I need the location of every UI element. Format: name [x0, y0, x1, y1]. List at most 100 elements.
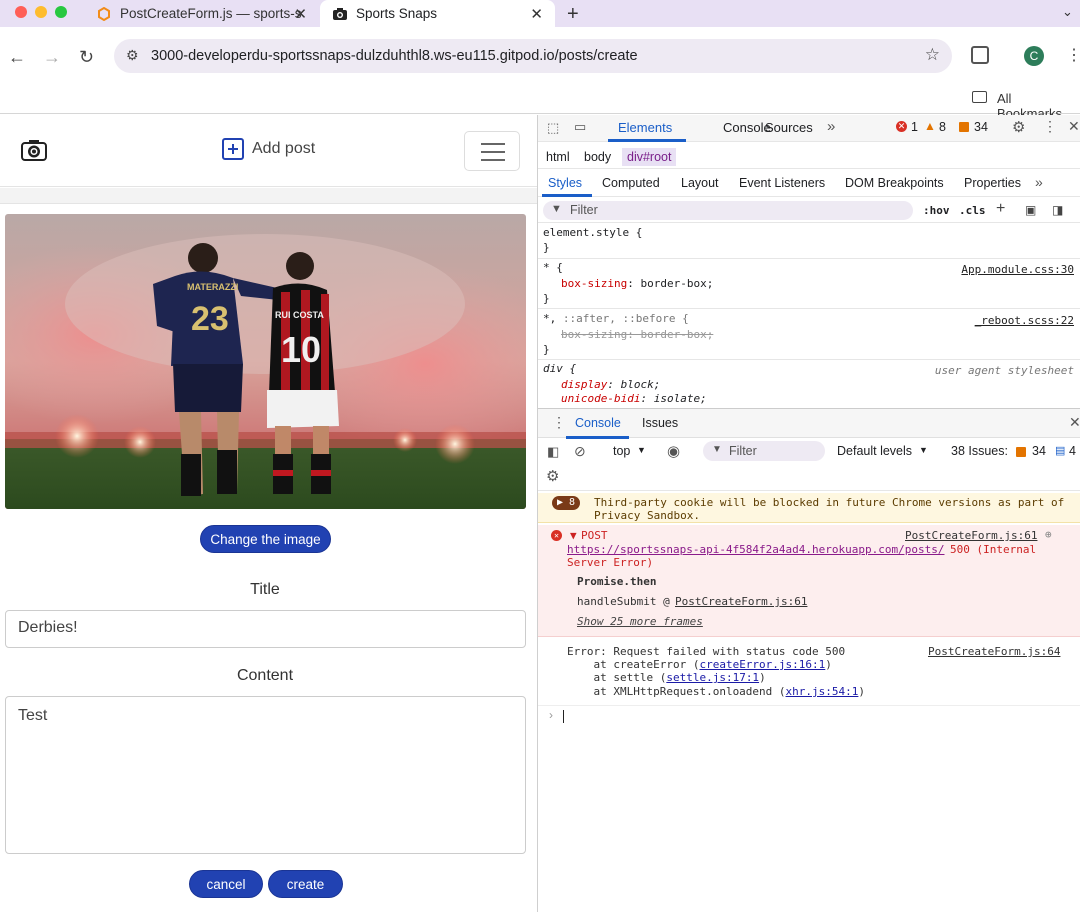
subtab-styles[interactable]: Styles	[548, 176, 582, 190]
subtab-properties[interactable]: Properties	[964, 176, 1021, 190]
add-post-label: Add post	[252, 140, 316, 157]
error-icon: ✕	[551, 530, 562, 541]
close-devtools-icon[interactable]: ✕	[1068, 118, 1080, 135]
breadcrumb-body[interactable]: body	[584, 150, 611, 164]
issues-summary[interactable]: 38 Issues:	[951, 444, 1008, 458]
issues-info-count[interactable]: 4	[1069, 444, 1076, 458]
hov-toggle[interactable]: :hov	[923, 204, 950, 217]
stack-promise-then: Promise.then	[577, 575, 657, 588]
stack-frame-link[interactable]: settle.js:17:1	[666, 671, 759, 684]
inspect-element-icon[interactable]: ⬚	[547, 120, 559, 136]
back-arrow-icon[interactable]: ←	[8, 47, 26, 68]
tab-elements[interactable]: Elements	[618, 120, 672, 135]
close-tab-icon[interactable]: ✕	[530, 5, 543, 23]
repeat-count-badge[interactable]: ▶ 8	[552, 496, 581, 510]
subtab-computed[interactable]: Computed	[602, 176, 660, 190]
site-settings-icon[interactable]: ⚙	[126, 47, 139, 64]
log-levels-dropdown[interactable]: Default levels	[837, 444, 912, 458]
styles-subtabs: Styles Computed Layout Event Listeners D…	[538, 172, 1080, 197]
subtab-layout[interactable]: Layout	[681, 176, 719, 190]
drawer-menu-icon[interactable]: ⋮	[552, 414, 566, 431]
post-request-url[interactable]: https://sportssnaps-api-4f584f2a4ad4.her…	[567, 543, 945, 556]
drawer-tab-console[interactable]: Console	[575, 416, 621, 430]
title-input[interactable]: Derbies!	[5, 610, 526, 648]
cls-toggle[interactable]: .cls	[959, 204, 986, 217]
rule-selector-dim: ::after, ::before {	[562, 312, 689, 325]
stack-frame-link[interactable]: xhr.js:54:1	[786, 685, 859, 698]
show-more-frames-link[interactable]: Show 25 more frames	[577, 615, 703, 628]
toggle-sidebar-icon[interactable]: ◨	[1052, 203, 1063, 217]
breadcrumb-div-root[interactable]: div#root	[622, 148, 677, 166]
browser-menu-icon[interactable]: ⋮	[1066, 45, 1080, 65]
rule-source-link[interactable]: _reboot.scss:22	[975, 314, 1074, 327]
console-settings-gear-icon[interactable]: ⚙	[546, 467, 559, 485]
tab-postcreateform[interactable]: PostCreateForm.js — sports-s ✕	[84, 0, 319, 27]
console-filter-input[interactable]: ▼ Filter	[703, 441, 825, 461]
more-tabs-icon[interactable]: »	[827, 118, 835, 135]
close-tab-icon[interactable]: ✕	[294, 5, 307, 23]
extensions-icon[interactable]	[971, 46, 989, 64]
stack-handle-submit-link[interactable]: PostCreateForm.js:61	[675, 595, 807, 608]
new-style-rule-icon[interactable]: +	[996, 200, 1005, 218]
tab-console[interactable]: Console	[723, 120, 771, 135]
subtab-event-listeners[interactable]: Event Listeners	[739, 176, 825, 190]
clear-console-icon[interactable]: ⊘	[574, 443, 586, 460]
styles-filter-input[interactable]: ▼ Filter	[543, 201, 913, 220]
rule-source-link[interactable]: App.module.css:30	[961, 263, 1074, 276]
error-icon: ✕	[896, 121, 907, 132]
context-selector[interactable]: top	[613, 444, 630, 458]
address-bar[interactable]: ⚙ 3000-developerdu-sportssnaps-dulzduhth…	[114, 39, 952, 73]
bookmark-star-icon[interactable]: ☆	[925, 45, 940, 65]
network-icon[interactable]: ⊕	[1045, 528, 1052, 541]
navbar-toggle-button[interactable]	[464, 131, 520, 171]
devtools-menu-icon[interactable]: ⋮	[1043, 118, 1057, 135]
rule-selector: *,	[543, 312, 557, 325]
more-subtabs-icon[interactable]: »	[1035, 174, 1043, 190]
console-prompt[interactable]: ›	[538, 705, 1080, 725]
styles-filter-row: ▼ Filter :hov .cls + ▣ ◨	[538, 199, 1080, 223]
error-count[interactable]: 1	[911, 120, 918, 134]
css-property: unicode-bidi	[561, 392, 641, 405]
subtab-dom-breakpoints[interactable]: DOM Breakpoints	[845, 176, 944, 190]
issue-count[interactable]: 34	[974, 120, 988, 134]
warning-count[interactable]: 8	[939, 120, 946, 134]
live-expression-eye-icon[interactable]: ◉	[667, 442, 680, 460]
settings-gear-icon[interactable]: ⚙	[1012, 118, 1025, 136]
close-window-button[interactable]	[15, 6, 27, 18]
device-toolbar-icon[interactable]: ▭	[574, 119, 586, 135]
logo-camera-icon[interactable]	[20, 137, 48, 166]
stack-frame-text: at settle (	[567, 671, 667, 684]
tab-sports-snaps[interactable]: Sports Snaps ✕	[320, 0, 555, 27]
expand-triangle-icon[interactable]: ▼	[570, 529, 577, 542]
stack-frame-text: at XMLHttpRequest.onloadend (	[567, 685, 786, 698]
close-drawer-icon[interactable]: ✕	[1069, 414, 1080, 431]
levels-dropdown-icon: ▼	[919, 445, 928, 455]
error-source-link[interactable]: PostCreateForm.js:64	[928, 645, 1060, 658]
breadcrumb-html[interactable]: html	[546, 150, 570, 164]
create-button[interactable]: create	[268, 870, 343, 898]
profile-avatar[interactable]: C	[1024, 46, 1044, 66]
active-tab-indicator	[608, 139, 686, 142]
overridden-declaration[interactable]: box-sizing: border-box;	[561, 328, 713, 341]
css-property[interactable]: box-sizing	[561, 277, 627, 290]
reload-icon[interactable]: ↻	[79, 47, 94, 68]
drawer-tab-issues[interactable]: Issues	[642, 416, 678, 430]
cancel-button[interactable]: cancel	[189, 870, 263, 898]
minimize-window-button[interactable]	[35, 6, 47, 18]
paint-icon[interactable]: ▣	[1025, 203, 1036, 217]
rule-close: }	[543, 343, 550, 356]
post-source-link[interactable]: PostCreateForm.js:61	[905, 529, 1037, 542]
sidebar-toggle-icon[interactable]: ◧	[547, 444, 559, 460]
css-value[interactable]: border-box;	[640, 277, 713, 290]
maximize-window-button[interactable]	[55, 6, 67, 18]
add-post-link[interactable]: Add post	[222, 138, 315, 160]
tab-sources[interactable]: Sources	[765, 120, 813, 135]
issues-warning-count[interactable]: 34	[1032, 444, 1046, 458]
forward-arrow-icon[interactable]: →	[43, 47, 61, 68]
stack-frame-link[interactable]: createError.js:16:1	[699, 658, 825, 671]
tab-search-chevron-icon[interactable]: ⌄	[1062, 4, 1073, 20]
new-tab-icon[interactable]: +	[567, 3, 579, 26]
rule-close: }	[543, 241, 550, 254]
change-image-button[interactable]: Change the image	[200, 525, 331, 553]
content-textarea[interactable]: Test	[5, 696, 526, 854]
